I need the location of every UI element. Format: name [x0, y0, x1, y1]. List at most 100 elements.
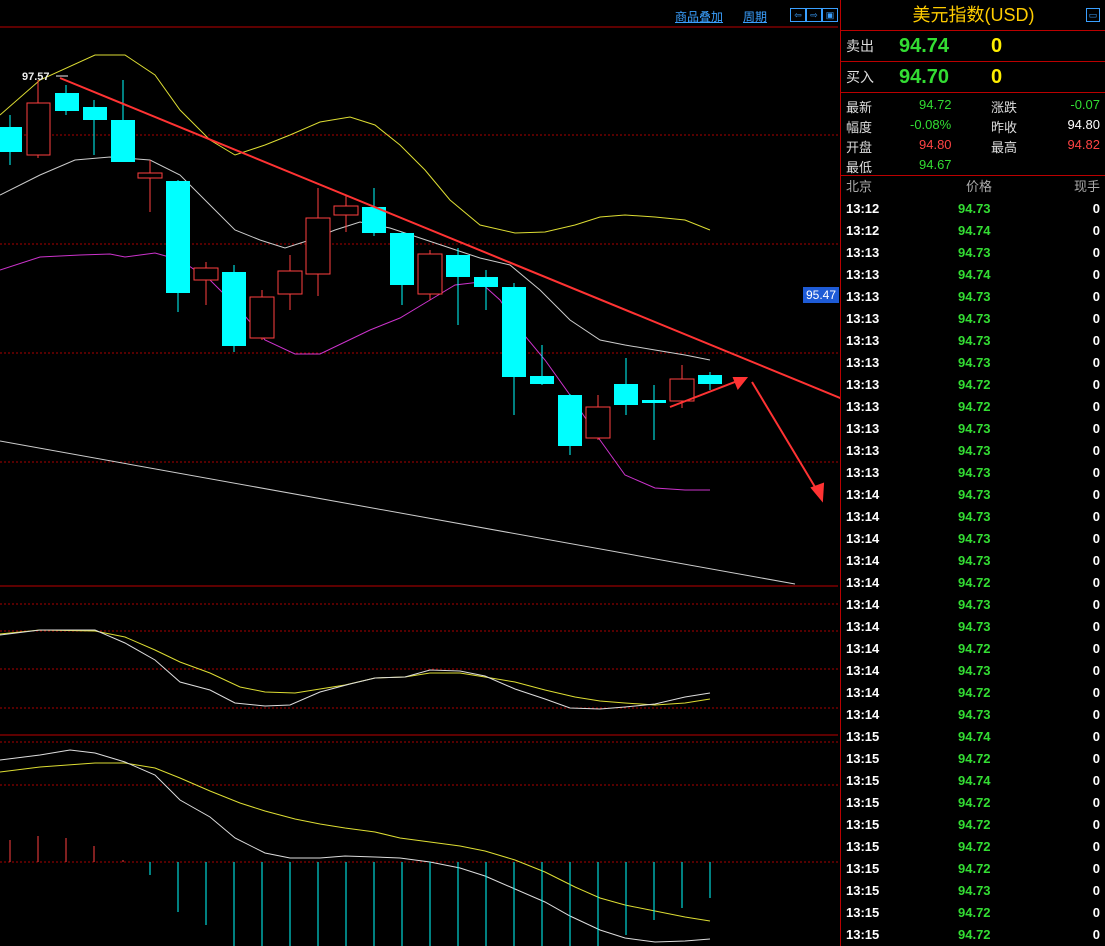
overlay-commodity-link[interactable]: 商品叠加	[675, 8, 723, 25]
trade-volume: 0	[1092, 729, 1100, 744]
restore-window-icon[interactable]: ▭	[1086, 8, 1100, 22]
trade-volume: 0	[1092, 883, 1100, 898]
trade-price: 94.74	[958, 267, 991, 282]
change-label: 涨跌	[991, 100, 1018, 115]
trade-price: 94.72	[958, 377, 991, 392]
trade-row: 13:14 94.73 0	[841, 594, 1105, 616]
trade-time: 13:13	[846, 333, 880, 348]
trade-row: 13:15 94.72 0	[841, 836, 1105, 858]
macd-histogram	[9, 836, 711, 946]
trade-volume: 0	[1092, 311, 1100, 326]
trade-volume: 0	[1092, 509, 1100, 524]
trade-price: 94.73	[958, 531, 991, 546]
trade-volume: 0	[1092, 773, 1100, 788]
range-label: 幅度	[846, 120, 873, 135]
instrument-title: 美元指数(USD) ▭	[841, 0, 1105, 31]
trade-time: 13:14	[846, 575, 880, 590]
zoom-out-icon[interactable]: ⇨	[806, 8, 822, 22]
trade-row: 13:15 94.73 0	[841, 880, 1105, 902]
trade-row: 13:14 94.72 0	[841, 638, 1105, 660]
range-value: -0.08%	[910, 117, 952, 132]
maximize-icon[interactable]: ▣	[822, 8, 838, 22]
trade-volume: 0	[1092, 597, 1100, 612]
zoom-in-icon[interactable]: ⇦	[790, 8, 806, 22]
trade-volume: 0	[1092, 223, 1100, 238]
trade-row: 13:14 94.72 0	[841, 572, 1105, 594]
trade-row: 13:13 94.72 0	[841, 374, 1105, 396]
trade-volume: 0	[1092, 663, 1100, 678]
bid-volume: 0	[991, 66, 1003, 88]
bid-row: 买入 94.70 0	[841, 62, 1105, 93]
trade-volume: 0	[1092, 817, 1100, 832]
trade-price: 94.73	[958, 465, 991, 480]
trade-price: 94.72	[958, 399, 991, 414]
trade-row: 13:14 94.73 0	[841, 528, 1105, 550]
trade-time: 13:13	[846, 355, 880, 370]
trade-volume: 0	[1092, 905, 1100, 920]
ask-label: 卖出	[846, 38, 874, 54]
col-time-header: 北京	[846, 179, 873, 194]
trade-price: 94.73	[958, 597, 991, 612]
candle	[26, 80, 51, 158]
trade-volume: 0	[1092, 795, 1100, 810]
trade-price: 94.73	[958, 443, 991, 458]
latest-label: 最新	[846, 100, 873, 115]
trade-row: 13:12 94.73 0	[841, 198, 1105, 220]
trade-row: 13:13 94.72 0	[841, 396, 1105, 418]
trade-row: 13:15 94.72 0	[841, 792, 1105, 814]
trade-volume: 0	[1092, 201, 1100, 216]
trade-time: 13:13	[846, 443, 880, 458]
trade-price: 94.73	[958, 245, 991, 260]
kline-chart-panel[interactable]: 97.57 商品叠加 周期 ⇦ ⇨ ▣ 95.47	[0, 0, 840, 946]
trade-volume: 0	[1092, 465, 1100, 480]
instrument-name: 美元指数(USD)	[912, 5, 1035, 25]
trade-time: 13:14	[846, 487, 880, 502]
trade-time: 13:15	[846, 751, 880, 766]
trade-price: 94.73	[958, 553, 991, 568]
macd-dif-line	[0, 749, 711, 943]
period-link[interactable]: 周期	[743, 8, 767, 25]
trade-time: 13:14	[846, 509, 880, 524]
trade-row: 13:13 94.74 0	[841, 264, 1105, 286]
candle	[137, 160, 163, 212]
trade-volume: 0	[1092, 707, 1100, 722]
trade-time: 13:13	[846, 245, 880, 260]
trade-volume: 0	[1092, 531, 1100, 546]
candle	[222, 265, 246, 352]
low-label: 最低	[846, 160, 873, 175]
ask-price: 94.74	[899, 35, 950, 57]
trade-row: 13:15 94.72 0	[841, 858, 1105, 880]
trade-price: 94.74	[958, 729, 991, 744]
trade-time: 13:13	[846, 421, 880, 436]
trade-row: 13:12 94.74 0	[841, 220, 1105, 242]
candle	[642, 385, 666, 440]
trade-price: 94.72	[958, 641, 991, 656]
ask-row: 卖出 94.74 0	[841, 31, 1105, 62]
candle	[585, 395, 611, 440]
trade-time: 13:15	[846, 927, 880, 942]
change-value: -0.07	[1070, 97, 1100, 112]
candle	[446, 248, 470, 325]
trade-row: 13:15 94.74 0	[841, 770, 1105, 792]
trade-row: 13:13 94.73 0	[841, 330, 1105, 352]
kdj-k-line	[0, 629, 711, 706]
candle	[474, 270, 498, 310]
trade-price: 94.72	[958, 927, 991, 942]
trade-volume: 0	[1092, 487, 1100, 502]
trade-row: 13:15 94.72 0	[841, 748, 1105, 770]
trade-volume: 0	[1092, 267, 1100, 282]
trade-price: 94.72	[958, 905, 991, 920]
candle	[166, 180, 190, 312]
trade-row: 13:14 94.73 0	[841, 484, 1105, 506]
trade-price: 94.73	[958, 663, 991, 678]
kdj-d-line	[0, 629, 711, 710]
trade-row: 13:13 94.73 0	[841, 286, 1105, 308]
trade-volume: 0	[1092, 245, 1100, 260]
stats-block: 最新 94.72 涨跌 -0.07 幅度 -0.08% 昨收 94.80 开盘 …	[841, 93, 1105, 176]
trade-time: 13:15	[846, 861, 880, 876]
trade-volume: 0	[1092, 355, 1100, 370]
trade-volume: 0	[1092, 553, 1100, 568]
quote-panel: 美元指数(USD) ▭ 卖出 94.74 0 买入 94.70 0 最新 94.…	[840, 0, 1105, 946]
trade-volume: 0	[1092, 333, 1100, 348]
candle	[277, 255, 303, 310]
